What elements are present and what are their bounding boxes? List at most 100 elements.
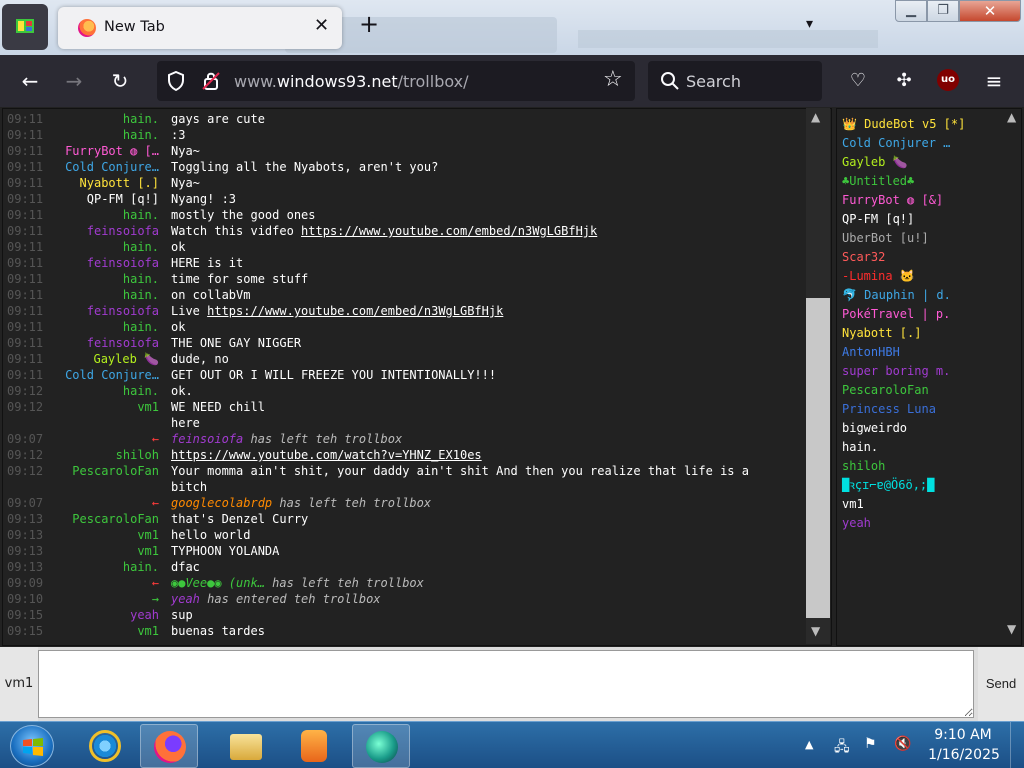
message-nick[interactable]: hain. — [39, 127, 159, 143]
message-log[interactable]: 09:11 hain. gays are cute 09:11 hain.:3 09:11… — [2, 108, 832, 646]
user-list-item[interactable]: shiloh — [842, 457, 885, 476]
user-list-item[interactable]: 👑 DudeBot v5 [*] — [842, 115, 965, 134]
user-list-scrollbar[interactable]: ▲ ▼ — [1002, 108, 1022, 644]
pocket-icon[interactable]: ♡ — [842, 55, 874, 107]
user-list-item[interactable]: QP-FM [q!] — [842, 210, 914, 229]
new-tab-plus-icon[interactable]: + — [359, 12, 379, 36]
user-list-item[interactable]: ♣Untitled♣ — [842, 172, 914, 191]
action-center-flag-icon[interactable]: ⚑ — [864, 736, 877, 752]
message-input[interactable] — [38, 650, 974, 718]
message-link[interactable]: https://www.youtube.com/watch?v=YHNZ_EX1… — [171, 448, 482, 462]
message-nick[interactable]: Gayleb 🍆 — [39, 351, 159, 367]
scroll-up-arrow-icon[interactable]: ▲ — [811, 110, 820, 124]
user-list-item[interactable]: 🐬 Dauphin | d. — [842, 286, 951, 305]
tab-new-tab[interactable]: New Tab ✕ — [58, 7, 342, 49]
message-nick[interactable]: hain. — [39, 111, 159, 127]
message-log-scrollbar[interactable]: ▲ ▼ — [806, 108, 830, 644]
online-user-list[interactable]: 👑 DudeBot v5 [*] Cold Conjurer … Gayleb 🍆 ♣… — [836, 108, 1022, 646]
message-nick[interactable]: hain. — [39, 207, 159, 223]
message-nick[interactable]: vm1 — [39, 527, 159, 543]
tab-close-icon[interactable]: ✕ — [314, 15, 329, 36]
user-list-item[interactable]: Nyabott [.] — [842, 324, 921, 343]
message-nick[interactable]: vm1 — [39, 543, 159, 559]
message-nick[interactable]: feinsoiofa — [39, 303, 159, 319]
back-arrow-icon[interactable]: ← — [14, 55, 46, 107]
message-nick[interactable]: Cold Conjure… — [39, 367, 159, 383]
taskbar-internet-explorer[interactable] — [76, 724, 134, 768]
bookmark-star-icon[interactable]: ☆ — [603, 67, 623, 92]
system-message-nick[interactable]: googlecolabrdp — [171, 496, 272, 510]
scroll-up-arrow-icon[interactable]: ▲ — [1007, 110, 1016, 124]
taskbar-active-app[interactable] — [352, 724, 410, 768]
taskbar-media-player[interactable] — [285, 724, 343, 768]
taskbar-file-explorer[interactable] — [217, 724, 275, 768]
firefox-view-button[interactable] — [2, 4, 48, 50]
show-hidden-icons-chevron-icon[interactable]: ▲ — [805, 738, 813, 751]
message-nick[interactable]: shiloh — [39, 447, 159, 463]
send-button[interactable]: Send — [978, 647, 1024, 721]
user-list-item[interactable]: PokéTravel | p. — [842, 305, 950, 324]
message-nick[interactable]: Cold Conjure… — [39, 159, 159, 175]
extensions-puzzle-icon[interactable]: ✣ — [888, 55, 920, 107]
current-nickname-label[interactable]: vm1 — [0, 647, 38, 721]
message-nick[interactable]: hain. — [39, 383, 159, 399]
message-nick[interactable]: vm1 — [39, 399, 159, 415]
user-list-item[interactable]: bigweirdo — [842, 419, 907, 438]
user-list-item[interactable]: vm1 — [842, 495, 864, 514]
message-nick[interactable]: hain. — [39, 319, 159, 335]
network-icon[interactable]: 🖧 — [834, 736, 850, 760]
scroll-down-arrow-icon[interactable]: ▼ — [1007, 622, 1016, 636]
message-nick[interactable]: feinsoiofa — [39, 255, 159, 271]
search-bar[interactable]: Search — [648, 61, 822, 101]
message-link[interactable]: https://www.youtube.com/embed/n3WgLGBfHj… — [207, 304, 503, 318]
user-list-item[interactable]: -Lumina 🐱 — [842, 267, 915, 286]
scroll-down-arrow-icon[interactable]: ▼ — [811, 624, 820, 638]
hamburger-menu-icon[interactable]: ≡ — [978, 55, 1010, 107]
show-desktop-button[interactable] — [1010, 722, 1024, 768]
user-list-item[interactable]: hain. — [842, 438, 878, 457]
message-nick[interactable]: hain. — [39, 287, 159, 303]
window-restore-button[interactable]: ❐ — [927, 0, 959, 22]
message-nick[interactable]: PescaroloFan — [39, 463, 159, 479]
user-list-item[interactable]: super boring m. — [842, 362, 950, 381]
system-message-nick[interactable]: feinsoiofa — [171, 432, 243, 446]
message-nick[interactable]: FurryBot ◍ [… — [39, 143, 159, 159]
message-nick[interactable]: feinsoiofa — [39, 223, 159, 239]
user-list-item[interactable]: AntonHBH — [842, 343, 900, 362]
tracking-protection-shield-icon[interactable] — [167, 71, 185, 91]
user-list-item[interactable]: PescaroloFan — [842, 381, 929, 400]
system-message-nick[interactable]: yeah — [171, 592, 200, 606]
message-nick[interactable]: hain. — [39, 559, 159, 575]
url-text[interactable]: www.windows93.net/trollbox/ — [234, 72, 469, 91]
forward-arrow-icon[interactable]: → — [58, 55, 90, 107]
message-nick[interactable]: PescaroloFan — [39, 511, 159, 527]
window-minimize-button[interactable]: ▁ — [895, 0, 927, 22]
clock-date[interactable]: 1/16/2025 — [924, 747, 1004, 763]
taskbar-firefox[interactable] — [140, 724, 198, 768]
list-all-tabs-chevron-icon[interactable]: ▾ — [806, 16, 813, 32]
user-list-item[interactable]: Cold Conjurer … — [842, 134, 950, 153]
message-nick[interactable]: vm1 — [39, 623, 159, 639]
message-nick[interactable]: hain. — [39, 239, 159, 255]
message-nick[interactable]: yeah — [39, 607, 159, 623]
user-list-item[interactable]: UberBot [u!] — [842, 229, 929, 248]
message-link[interactable]: https://www.youtube.com/embed/n3WgLGBfHj… — [301, 224, 597, 238]
start-button[interactable] — [10, 725, 54, 767]
scrollbar-thumb[interactable] — [806, 298, 830, 618]
user-list-item[interactable]: Princess Luna — [842, 400, 936, 419]
user-list-item[interactable]: █ꝛçɪ⌐ɐ@Ö6ö,;█ — [842, 476, 934, 495]
user-list-item[interactable]: Gayleb 🍆 — [842, 153, 908, 172]
user-list-item[interactable]: yeah — [842, 514, 871, 533]
reload-icon[interactable]: ↻ — [104, 55, 136, 107]
insecure-lock-icon[interactable] — [201, 71, 221, 91]
user-list-item[interactable]: Scar32 — [842, 248, 885, 267]
system-message-nick[interactable]: ◉●Vee●◉ (unk… — [171, 576, 265, 590]
message-nick[interactable]: feinsoiofa — [39, 335, 159, 351]
window-close-button[interactable]: ✕ — [959, 0, 1021, 22]
clock-time[interactable]: 9:10 AM — [928, 727, 998, 743]
volume-muted-icon[interactable]: 🔇 — [894, 736, 911, 752]
message-nick[interactable]: Nyabott [.] — [39, 175, 159, 191]
message-nick[interactable]: hain. — [39, 271, 159, 287]
address-bar[interactable]: www.windows93.net/trollbox/ ☆ — [157, 61, 635, 101]
message-nick[interactable]: QP-FM [q!] — [39, 191, 159, 207]
